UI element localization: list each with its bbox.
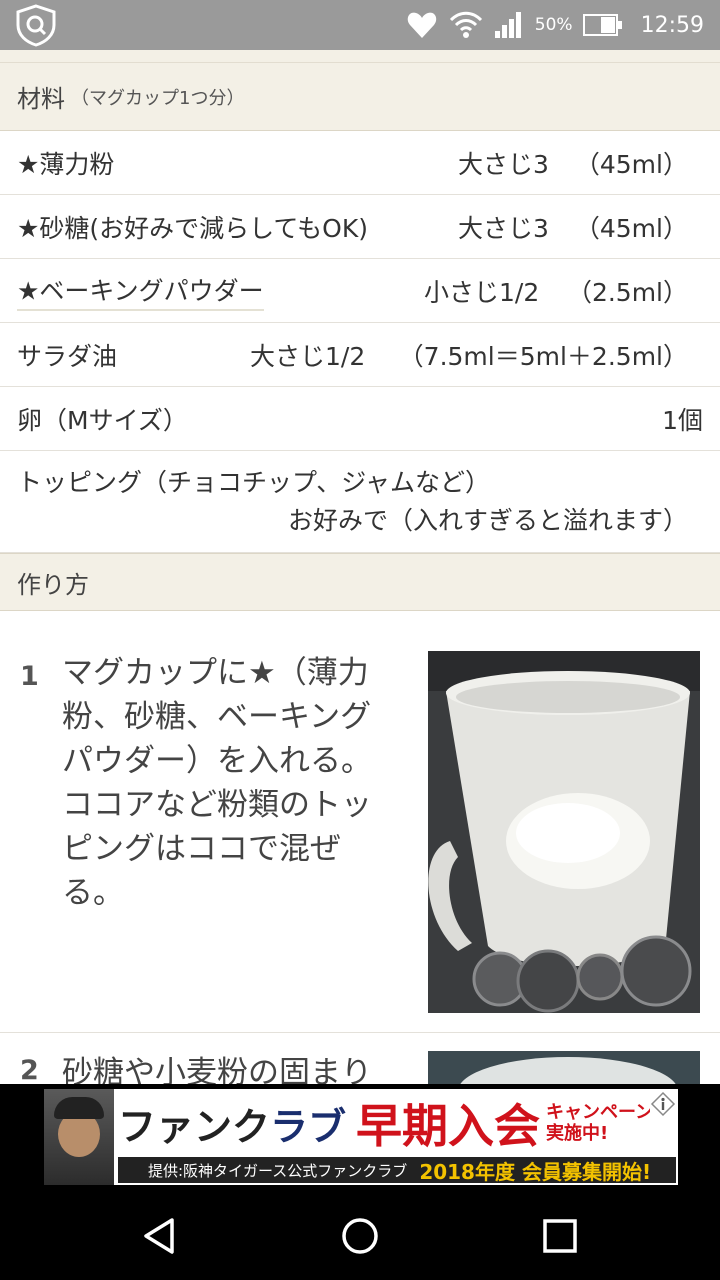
steps-title: 作り方 — [17, 570, 89, 599]
step-item: 1 マグカップに★（薄力粉、砂糖、ベーキングパウダー）を入れる。ココアなど粉類の… — [0, 611, 720, 1033]
divider — [0, 50, 720, 63]
baking-powder-link[interactable]: ★ベーキングパウダー — [17, 271, 264, 310]
status-bar: 50% 12:59 — [0, 0, 720, 50]
ingredient-ml: （45ml） — [574, 149, 688, 179]
ad-player-image — [44, 1089, 114, 1185]
ingredient-ml: （45ml） — [574, 213, 688, 243]
ad-headline: 早期入会 — [356, 1099, 541, 1153]
ingredient-ml: （7.5ml＝5ml＋2.5ml） — [398, 341, 688, 371]
ad-campaign-line2: 実施中! — [546, 1123, 609, 1144]
ingredient-amount: 大さじ3 — [458, 149, 549, 179]
step-item: 2 砂糖や小麦粉の固まり — [0, 1033, 720, 1084]
clock: 12:59 — [640, 12, 704, 38]
ingredient-row: 卵（Mサイズ） 1個 — [0, 387, 720, 451]
ingredient-row: サラダ油 大さじ1/2 （7.5ml＝5ml＋2.5ml） — [0, 323, 720, 387]
ingredient-name: 卵（Mサイズ） — [17, 405, 188, 435]
ingredient-row: ★薄力粉 大さじ3 （45ml） — [0, 131, 720, 195]
ad-banner[interactable]: ファンクラブ 早期入会 キャンペーン 実施中! 提供:阪神タイガース公式ファンクラ… — [44, 1089, 678, 1185]
ad-choices-icon[interactable] — [650, 1091, 676, 1117]
ingredients-header: 材料 （マグカップ1つ分） — [0, 63, 720, 131]
battery-icon — [582, 14, 622, 36]
ingredient-name: トッピング（チョコチップ、ジャムなど） — [17, 468, 491, 497]
ingredient-name: サラダ油 — [17, 341, 118, 371]
ad-fanclub-text: ファンクラブ — [118, 1096, 346, 1151]
ingredient-row: トッピング（チョコチップ、ジャムなど） お好みで（入れすぎると溢れます） — [0, 451, 720, 553]
step-text: マグカップに★（薄力粉、砂糖、ベーキングパウダー）を入れる。ココアなど粉類のトッ… — [62, 655, 372, 911]
ad-headline-row: ファンクラブ 早期入会 キャンペーン 実施中! — [118, 1093, 678, 1153]
ingredient-ml: （2.5ml） — [566, 277, 688, 307]
navigation-bar — [0, 1192, 720, 1280]
ad-year-text: 2018年度 会員募集開始! — [419, 1159, 652, 1184]
ingredient-row: ★ベーキングパウダー 小さじ1/2 （2.5ml） — [0, 259, 720, 323]
shield-search-icon[interactable] — [12, 3, 60, 47]
ingredient-name: ★砂糖(お好みで減らしてもOK) — [17, 213, 368, 243]
ad-campaign-text: キャンペーン 実施中! — [546, 1102, 653, 1144]
ingredient-name: ★薄力粉 — [17, 149, 115, 179]
ingredient-amount: 大さじ1/2 — [250, 341, 366, 371]
back-icon[interactable] — [136, 1212, 184, 1260]
ingredient-amount: 小さじ1/2 — [424, 277, 540, 307]
steps-header: 作り方 — [0, 553, 720, 611]
home-icon[interactable] — [336, 1212, 384, 1260]
ad-fanclub-part1: ファンク — [118, 1104, 271, 1149]
step-number: 2 — [20, 1055, 39, 1084]
ingredient-amount: 大さじ3 — [458, 213, 549, 243]
recipe-content[interactable]: 材料 （マグカップ1つ分） ★薄力粉 大さじ3 （45ml） ★砂糖(お好みで減… — [0, 50, 720, 1084]
step-photo[interactable] — [428, 651, 700, 1013]
step-number: 1 — [20, 661, 39, 692]
recents-icon[interactable] — [536, 1212, 584, 1260]
ad-footer: 提供:阪神タイガース公式ファンクラブ 2018年度 会員募集開始! — [118, 1157, 676, 1184]
ad-fanclub-part2: ラブ — [270, 1104, 347, 1149]
heart-notification-icon — [407, 12, 437, 38]
ingredients-title: 材料 — [17, 85, 65, 113]
wifi-icon — [449, 11, 482, 38]
ingredient-amount: お好みで（入れすぎると溢れます） — [287, 506, 688, 535]
ad-player-cap — [54, 1097, 104, 1119]
ingredient-amount: 1個 — [662, 405, 703, 435]
servings-label: （マグカップ1つ分） — [71, 87, 245, 109]
signal-icon — [494, 12, 521, 38]
step-text: 砂糖や小麦粉の固まり — [62, 1055, 372, 1084]
step-photo[interactable] — [428, 1051, 700, 1084]
ad-campaign-line1: キャンペーン — [546, 1102, 654, 1123]
ad-sponsor: 提供:阪神タイガース公式ファンクラブ — [148, 1161, 408, 1180]
battery-percent: 50% — [534, 15, 573, 35]
ingredient-row: ★砂糖(お好みで減らしてもOK) 大さじ3 （45ml） — [0, 195, 720, 259]
ad-banner-area: ファンクラブ 早期入会 キャンペーン 実施中! 提供:阪神タイガース公式ファンクラ… — [0, 1084, 720, 1192]
